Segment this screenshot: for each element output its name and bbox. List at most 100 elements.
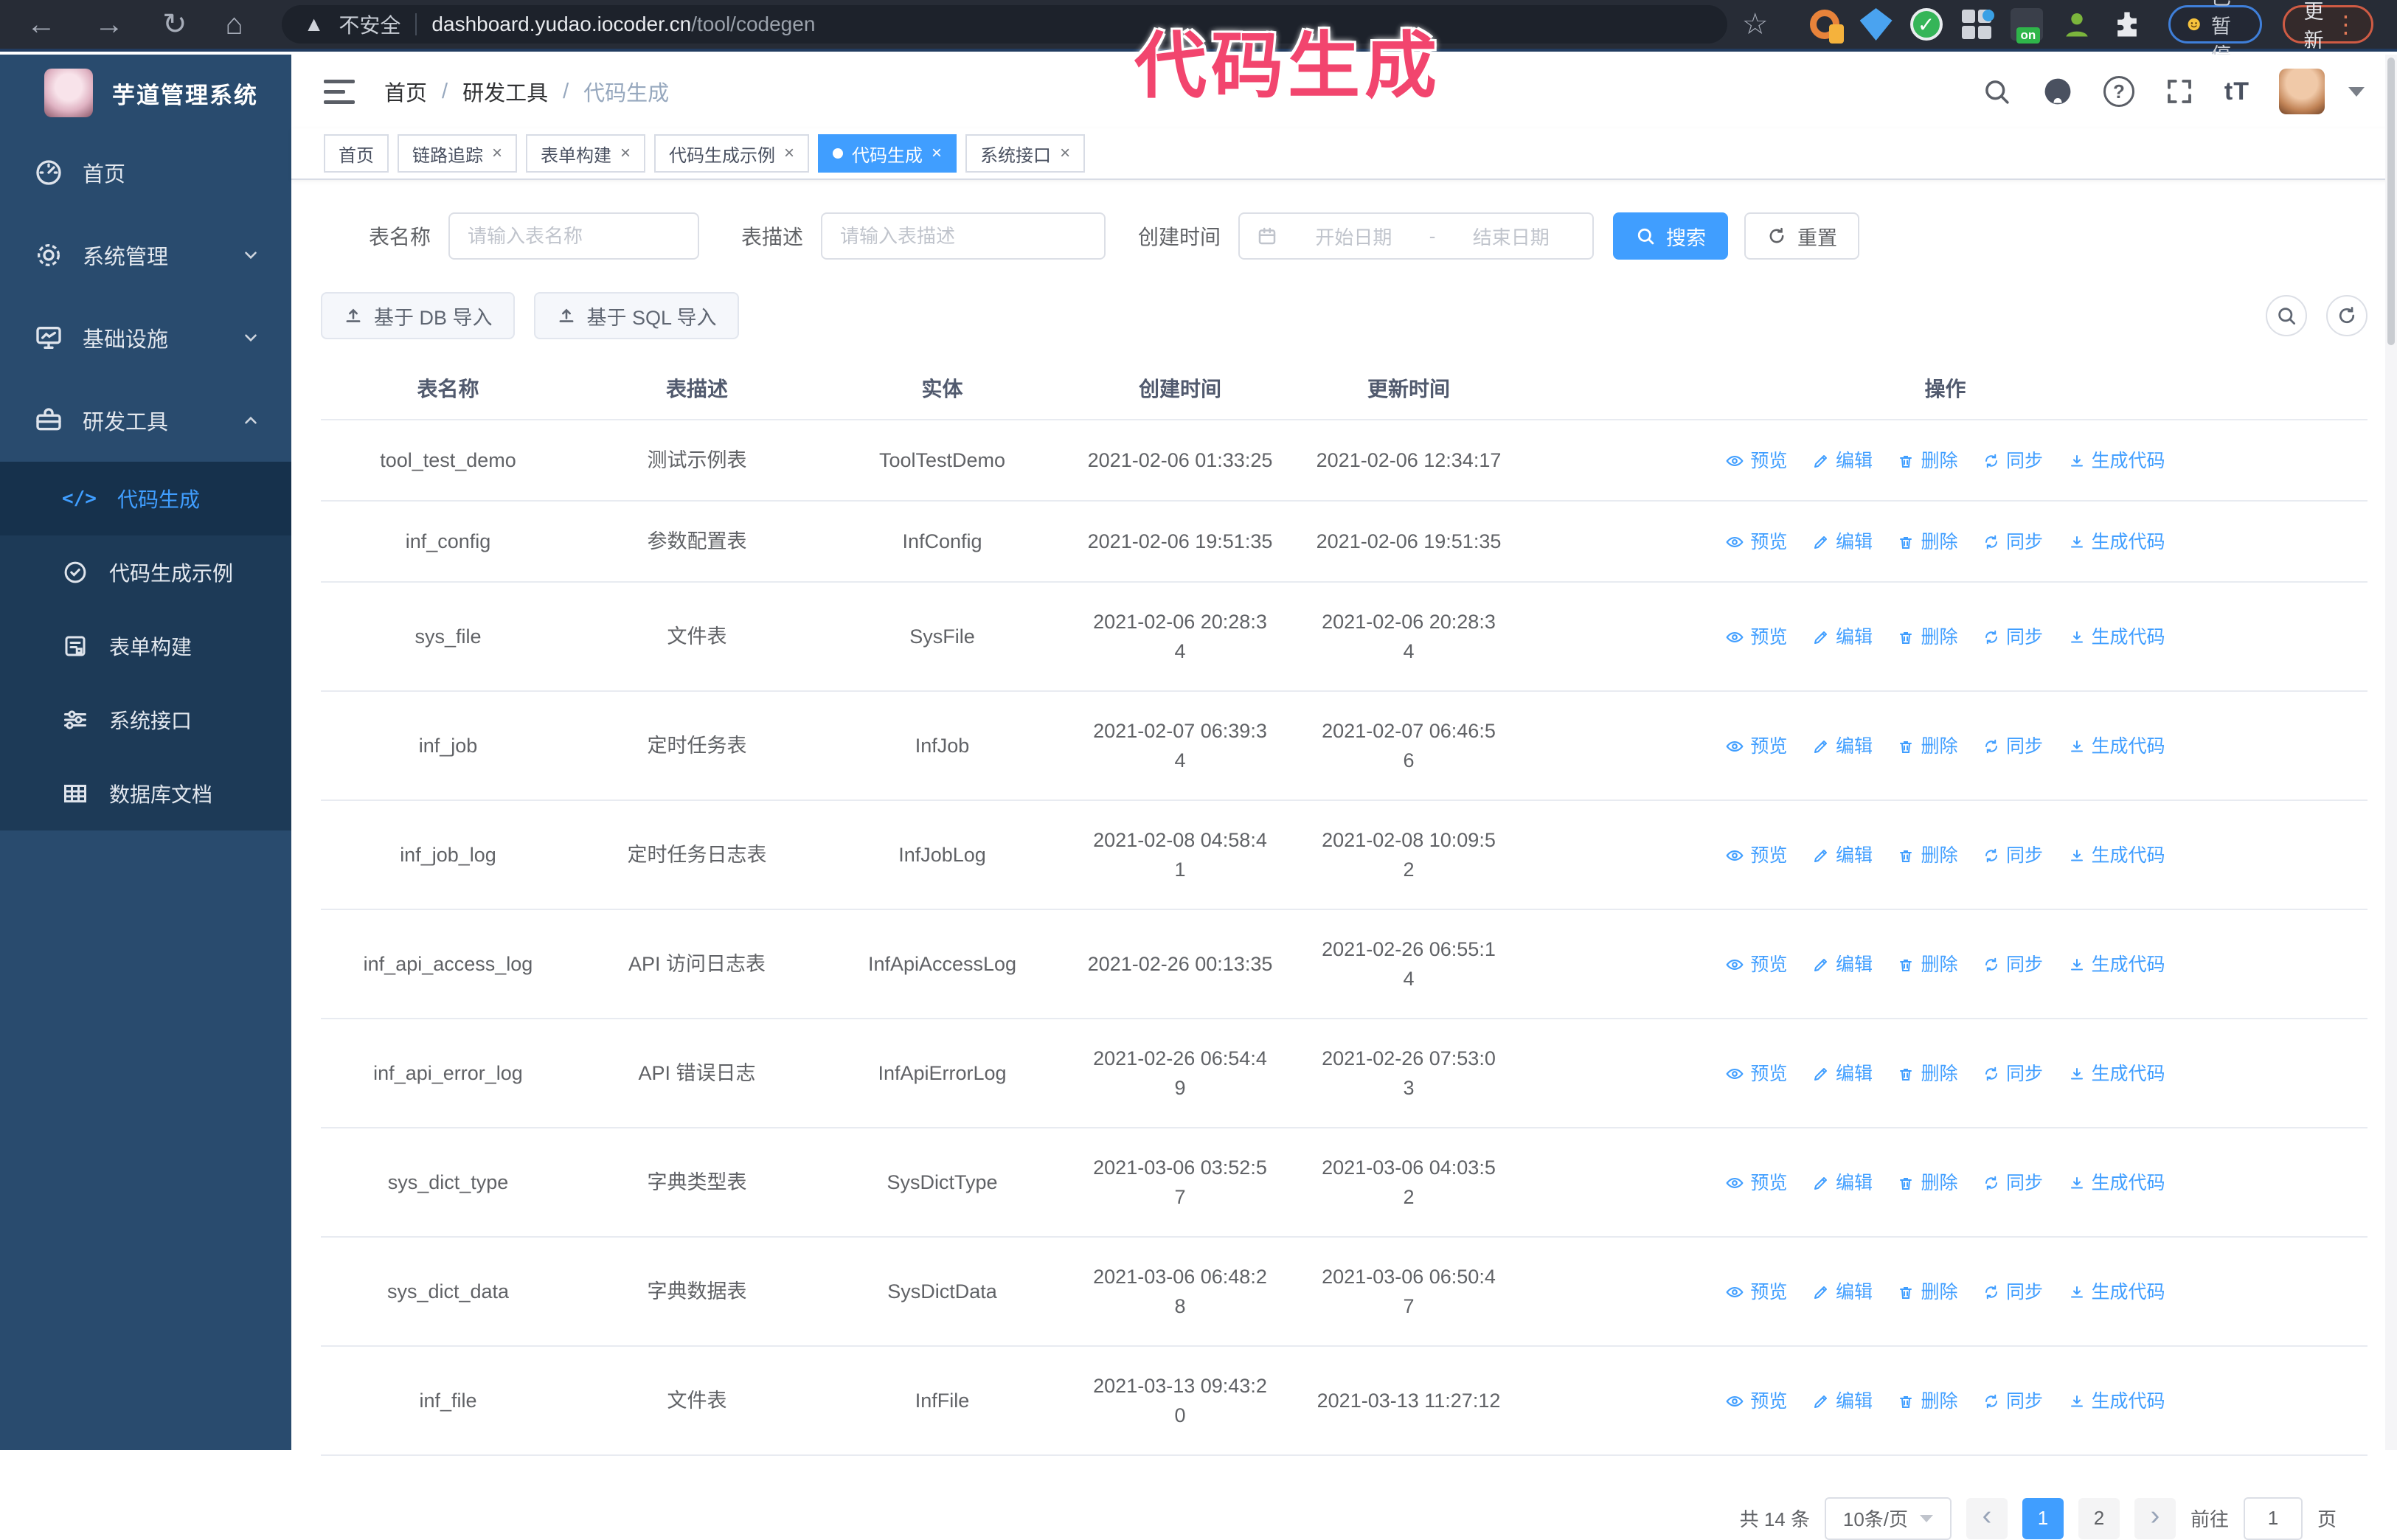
generate-code-link[interactable]: 生成代码 [2068,1277,2165,1307]
edit-link[interactable]: 编辑 [1812,622,1873,652]
close-icon[interactable]: × [784,145,794,162]
delete-link[interactable]: 删除 [1897,622,1958,652]
table-name-input[interactable] [448,212,700,260]
sidebar-item-home[interactable]: 首页 [0,131,291,214]
extension-key-icon[interactable] [1809,8,1842,41]
delete-link[interactable]: 删除 [1897,1059,1958,1089]
end-date-field[interactable]: 结束日期 [1446,223,1576,250]
sidebar-item-form-builder[interactable]: 表单构建 [0,609,291,683]
import-sql-button[interactable]: 基于 SQL 导入 [533,292,739,339]
sync-link[interactable]: 同步 [1983,527,2043,557]
extension-person-icon[interactable] [2061,8,2093,41]
edit-link[interactable]: 编辑 [1812,446,1873,476]
browser-update-button[interactable]: 更新 ⋮ [2282,1,2373,52]
text-size-icon[interactable]: tT [2224,77,2249,106]
import-db-button[interactable]: 基于 DB 导入 [321,292,515,339]
page-button-2[interactable]: 2 [2078,1497,2120,1539]
hamburger-icon[interactable] [324,79,355,104]
edit-link[interactable]: 编辑 [1812,1387,1873,1416]
goto-page-input[interactable] [2243,1496,2303,1540]
browser-reload-icon[interactable]: ↻ [162,10,187,39]
delete-link[interactable]: 删除 [1897,1277,1958,1307]
extensions-puzzle-icon[interactable] [2111,8,2143,41]
close-icon[interactable]: × [932,145,942,162]
sidebar-item-system-api[interactable]: 系统接口 [0,683,291,757]
tab-system-api[interactable]: 系统接口 × [965,134,1086,173]
address-bar[interactable]: ▲ 不安全 dashboard.yudao.iocoder.cn/tool/co… [281,5,1727,44]
fullscreen-icon[interactable] [2164,76,2195,107]
delete-link[interactable]: 删除 [1897,1168,1958,1198]
preview-link[interactable]: 预览 [1725,1387,1787,1416]
sidebar-item-system[interactable]: 系统管理 [0,214,291,296]
close-icon[interactable]: × [1060,145,1070,162]
page-button-1[interactable]: 1 [2022,1497,2064,1539]
tab-form-builder[interactable]: 表单构建 × [526,134,646,173]
extension-gem-icon[interactable] [1859,8,1893,41]
delete-link[interactable]: 删除 [1897,1387,1958,1416]
generate-code-link[interactable]: 生成代码 [2068,1168,2165,1198]
sync-link[interactable]: 同步 [1983,1387,2043,1416]
delete-link[interactable]: 删除 [1897,446,1958,476]
table-desc-input[interactable] [821,212,1106,260]
browser-back-icon[interactable]: ← [27,10,56,39]
date-range-picker[interactable]: 开始日期 - 结束日期 [1238,212,1595,260]
preview-link[interactable]: 预览 [1725,732,1787,761]
delete-link[interactable]: 删除 [1897,950,1958,979]
sync-link[interactable]: 同步 [1983,950,2043,979]
sidebar-item-db-doc[interactable]: 数据库文档 [0,757,291,830]
search-button[interactable]: 搜索 [1613,212,1729,260]
refresh-table-button[interactable] [2326,295,2367,336]
breadcrumb-home[interactable]: 首页 [384,76,427,107]
browser-home-icon[interactable]: ⌂ [226,10,243,39]
bookmark-star-icon[interactable]: ☆ [1742,7,1769,41]
generate-code-link[interactable]: 生成代码 [2068,841,2165,870]
edit-link[interactable]: 编辑 [1812,1168,1873,1198]
generate-code-link[interactable]: 生成代码 [2068,1059,2165,1089]
sidebar-item-infra[interactable]: 基础设施 [0,296,291,379]
preview-link[interactable]: 预览 [1725,841,1787,870]
tab-tracing[interactable]: 链路追踪 × [398,134,518,173]
generate-code-link[interactable]: 生成代码 [2068,446,2165,476]
extension-grid-icon[interactable] [1960,8,1994,41]
preview-link[interactable]: 预览 [1725,1277,1787,1307]
preview-link[interactable]: 预览 [1725,1059,1787,1089]
sidebar-item-codegen-example[interactable]: 代码生成示例 [0,535,291,609]
edit-link[interactable]: 编辑 [1812,841,1873,870]
generate-code-link[interactable]: 生成代码 [2068,527,2165,557]
sync-link[interactable]: 同步 [1983,446,2043,476]
tab-codegen[interactable]: 代码生成 × [818,134,957,173]
edit-link[interactable]: 编辑 [1812,950,1873,979]
sync-link[interactable]: 同步 [1983,1059,2043,1089]
reset-button[interactable]: 重置 [1744,212,1860,260]
extension-check-icon[interactable]: ✓ [1909,8,1943,41]
generate-code-link[interactable]: 生成代码 [2068,622,2165,652]
toggle-search-button[interactable] [2266,295,2307,336]
delete-link[interactable]: 删除 [1897,841,1958,870]
sync-link[interactable]: 同步 [1983,732,2043,761]
edit-link[interactable]: 编辑 [1812,527,1873,557]
generate-code-link[interactable]: 生成代码 [2068,1387,2165,1416]
avatar-caret-icon[interactable] [2348,86,2365,97]
sidebar-logo[interactable]: 芋道管理系统 [0,55,291,131]
sync-link[interactable]: 同步 [1983,622,2043,652]
sync-link[interactable]: 同步 [1983,841,2043,870]
sync-link[interactable]: 同步 [1983,1168,2043,1198]
delete-link[interactable]: 删除 [1897,732,1958,761]
generate-code-link[interactable]: 生成代码 [2068,950,2165,979]
browser-menu-icon[interactable]: ⋮ [2334,10,2358,38]
next-page-button[interactable]: › [2134,1497,2176,1539]
tab-codegen-example[interactable]: 代码生成示例 × [654,134,810,173]
sidebar-item-devtools[interactable]: 研发工具 [0,379,291,462]
delete-link[interactable]: 删除 [1897,527,1958,557]
close-icon[interactable]: × [620,145,631,162]
prev-page-button[interactable]: ‹ [1966,1497,2008,1539]
sync-link[interactable]: 同步 [1983,1277,2043,1307]
preview-link[interactable]: 预览 [1725,950,1787,979]
page-size-select[interactable]: 10条/页 [1824,1496,1952,1540]
extension-on-icon[interactable]: on [2010,8,2043,44]
github-icon[interactable] [2042,75,2074,108]
edit-link[interactable]: 编辑 [1812,1277,1873,1307]
scrollbar-track[interactable] [2385,55,2397,1450]
security-label[interactable]: 不安全 [339,10,400,39]
search-icon[interactable] [1981,76,2012,107]
